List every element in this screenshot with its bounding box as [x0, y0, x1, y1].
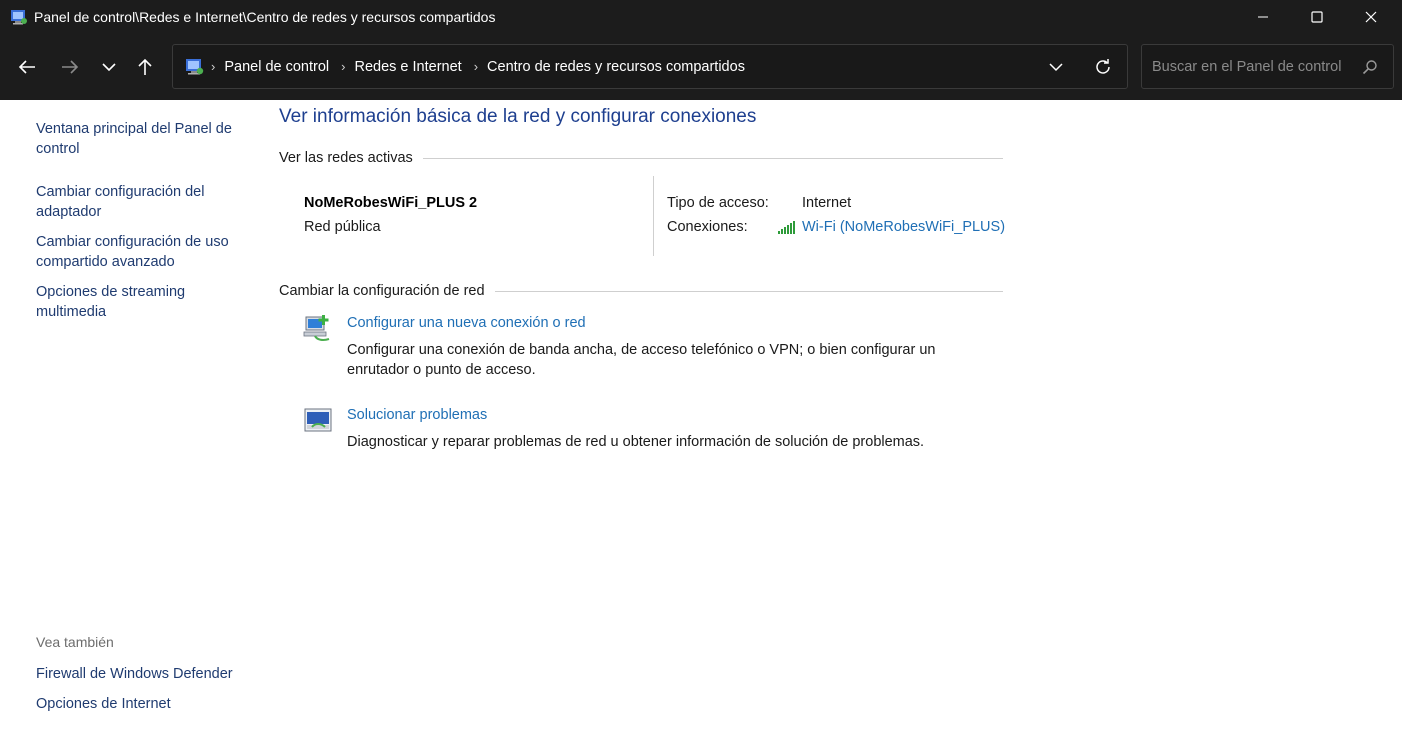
- link-advanced-sharing-settings[interactable]: Cambiar configuración de uso compartido …: [36, 232, 251, 272]
- breadcrumb: › Panel de control › Redes e Internet › …: [211, 45, 745, 88]
- link-internet-options[interactable]: Opciones de Internet: [36, 694, 251, 714]
- arrow-right-icon: [62, 60, 79, 74]
- section-divider: [422, 157, 1003, 159]
- setup-new-connection-description: Configurar una conexión de banda ancha, …: [347, 342, 936, 378]
- change-settings-section-heading: Cambiar la configuración de red: [279, 281, 1003, 301]
- search-input[interactable]: [1142, 45, 1352, 88]
- chevron-down-icon: [1049, 63, 1063, 72]
- title-bar: Panel de control\Redes e Internet\Centro…: [0, 0, 1402, 34]
- network-category-link[interactable]: Red pública: [304, 219, 381, 235]
- vertical-divider: [653, 176, 654, 256]
- troubleshoot-problems-description: Diagnosticar y reparar problemas de red …: [347, 434, 925, 450]
- breadcrumb-network-sharing-center[interactable]: Centro de redes y recursos compartidos: [487, 59, 745, 75]
- breadcrumb-separator: ›: [211, 59, 216, 74]
- close-button[interactable]: [1348, 0, 1394, 34]
- link-media-streaming-options[interactable]: Opciones de streaming multimedia: [36, 282, 251, 322]
- access-type-value: Internet: [802, 195, 852, 211]
- link-windows-defender-firewall[interactable]: Firewall de Windows Defender: [36, 664, 251, 684]
- maximize-icon: [1311, 11, 1323, 23]
- refresh-icon: [1096, 59, 1110, 74]
- main-content: Ver información básica de la red y confi…: [279, 100, 1379, 735]
- wifi-connection-link[interactable]: Wi-Fi (NoMeRobesWiFi_PLUS): [778, 219, 1005, 235]
- recent-locations-button[interactable]: [94, 52, 124, 82]
- section-divider: [494, 290, 1003, 292]
- active-networks-section-heading: Ver las redes activas: [279, 148, 1003, 168]
- chevron-down-icon: [102, 63, 116, 72]
- control-panel-icon: [11, 10, 27, 25]
- new-connection-icon: [303, 315, 330, 341]
- window-title: Panel de control\Redes e Internet\Centro…: [34, 9, 496, 25]
- control-panel-icon: [186, 59, 204, 75]
- search-icon[interactable]: [1360, 57, 1380, 77]
- search-box[interactable]: [1141, 44, 1394, 89]
- wifi-signal-icon: [778, 220, 798, 234]
- minimize-button[interactable]: [1240, 0, 1286, 34]
- minimize-icon: [1258, 16, 1268, 18]
- wifi-connection-label: Wi-Fi (NoMeRobesWiFi_PLUS): [802, 219, 1006, 235]
- page-title: Ver información básica de la red y confi…: [279, 106, 757, 127]
- left-navigation-pane: Ventana principal del Panel de control C…: [0, 100, 262, 735]
- address-bar[interactable]: › Panel de control › Redes e Internet › …: [172, 44, 1128, 89]
- back-button[interactable]: [12, 52, 42, 82]
- breadcrumb-separator: ›: [341, 59, 346, 74]
- troubleshoot-problems-link[interactable]: Solucionar problemas: [347, 407, 487, 423]
- navigation-bar: › Panel de control › Redes e Internet › …: [0, 34, 1402, 100]
- troubleshoot-icon: [304, 408, 332, 432]
- arrow-left-icon: [18, 60, 35, 74]
- up-button[interactable]: [130, 52, 160, 82]
- see-also-heading: Vea también: [36, 634, 114, 650]
- network-name: NoMeRobesWiFi_PLUS 2: [304, 195, 478, 211]
- access-type-label: Tipo de acceso:: [667, 195, 769, 211]
- section-heading-label: Cambiar la configuración de red: [279, 283, 485, 299]
- link-control-panel-home[interactable]: Ventana principal del Panel de control: [36, 119, 251, 159]
- refresh-button[interactable]: [1091, 56, 1115, 78]
- link-change-adapter-settings[interactable]: Cambiar configuración del adaptador: [36, 182, 251, 222]
- breadcrumb-control-panel[interactable]: Panel de control: [224, 59, 329, 75]
- address-dropdown-button[interactable]: [1045, 57, 1067, 77]
- arrow-up-icon: [138, 58, 152, 75]
- breadcrumb-separator: ›: [473, 59, 479, 74]
- setup-new-connection-link[interactable]: Configurar una nueva conexión o red: [347, 315, 586, 331]
- connections-label: Conexiones:: [667, 219, 748, 235]
- maximize-button[interactable]: [1294, 0, 1340, 34]
- section-heading-label: Ver las redes activas: [279, 150, 413, 166]
- close-icon: [1365, 11, 1377, 23]
- forward-button[interactable]: [55, 52, 85, 82]
- breadcrumb-network-internet[interactable]: Redes e Internet: [354, 59, 461, 75]
